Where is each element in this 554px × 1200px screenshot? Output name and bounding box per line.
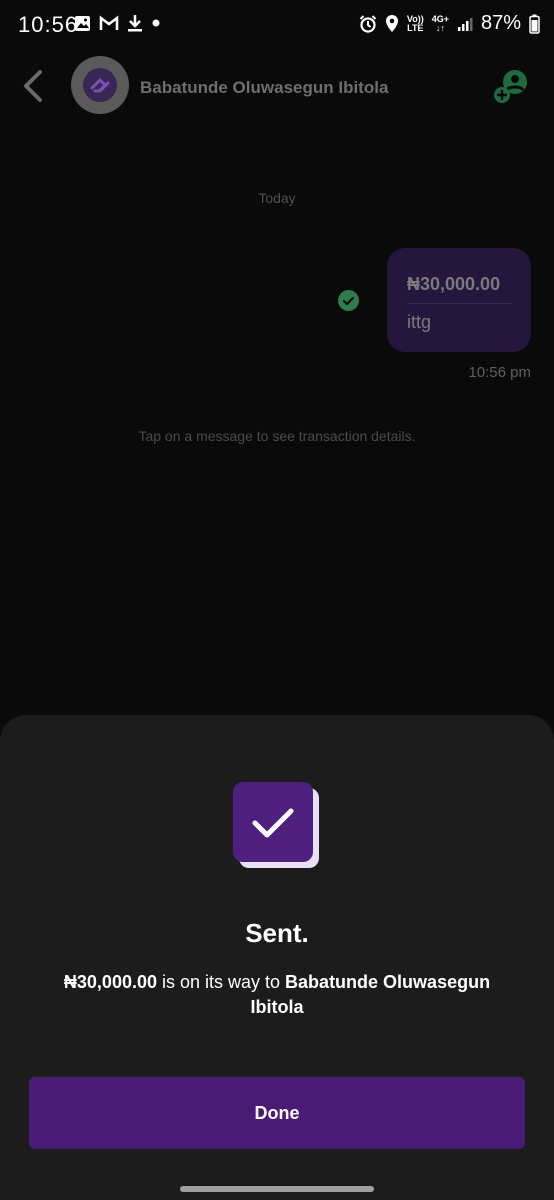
home-indicator[interactable]	[180, 1186, 374, 1192]
battery-percent: 87%	[480, 12, 521, 34]
contact-name[interactable]: Babatunde Oluwasegun Ibitola	[140, 78, 388, 98]
sent-message: ₦30,000.00 is on its way to Babatunde Ol…	[60, 970, 494, 1020]
back-icon[interactable]	[20, 66, 50, 106]
status-notifications	[74, 14, 161, 32]
download-icon	[128, 15, 142, 32]
sent-amount: ₦30,000.00	[63, 972, 157, 992]
message-bubble[interactable]: ₦30,000.00 ittg	[387, 248, 531, 352]
date-separator: Today	[258, 190, 296, 206]
check-circle-icon	[338, 290, 359, 311]
status-system: Vo)) LTE 4G+ ↓↑ 87%	[359, 12, 540, 35]
sent-message-middle: is on its way to	[156, 972, 286, 992]
location-icon	[385, 15, 398, 32]
message-divider	[407, 303, 511, 304]
checkmark-icon	[252, 808, 294, 838]
sent-recipient: Babatunde Oluwasegun Ibitola	[250, 972, 491, 1017]
success-badge	[233, 782, 313, 862]
volte-indicator: Vo)) LTE	[406, 13, 424, 33]
signal-icon	[457, 17, 473, 31]
message-note: ittg	[407, 312, 432, 332]
transaction-hint: Tap on a message to see transaction deta…	[138, 428, 416, 444]
chat-header: Babatunde Oluwasegun Ibitola	[0, 52, 554, 128]
4g-indicator: 4G+ ↓↑	[431, 13, 449, 33]
add-contact-icon[interactable]	[492, 68, 530, 106]
avatar[interactable]	[71, 56, 129, 114]
battery-icon	[529, 14, 540, 34]
message-amount: ₦30,000.00	[407, 274, 501, 294]
dot-icon	[152, 19, 160, 27]
status-time: 10:56	[18, 12, 79, 37]
avatar-logo-icon	[83, 68, 117, 102]
gallery-icon	[75, 15, 90, 31]
sent-title: Sent.	[245, 918, 309, 948]
message-timestamp: 10:56 pm	[468, 364, 531, 381]
status-bar: 10:56 Vo)) LTE 4G+ ↓↑ 87%	[0, 0, 554, 52]
done-button[interactable]: Done	[29, 1077, 525, 1149]
alarm-icon	[359, 14, 377, 33]
gmail-icon	[99, 15, 119, 30]
